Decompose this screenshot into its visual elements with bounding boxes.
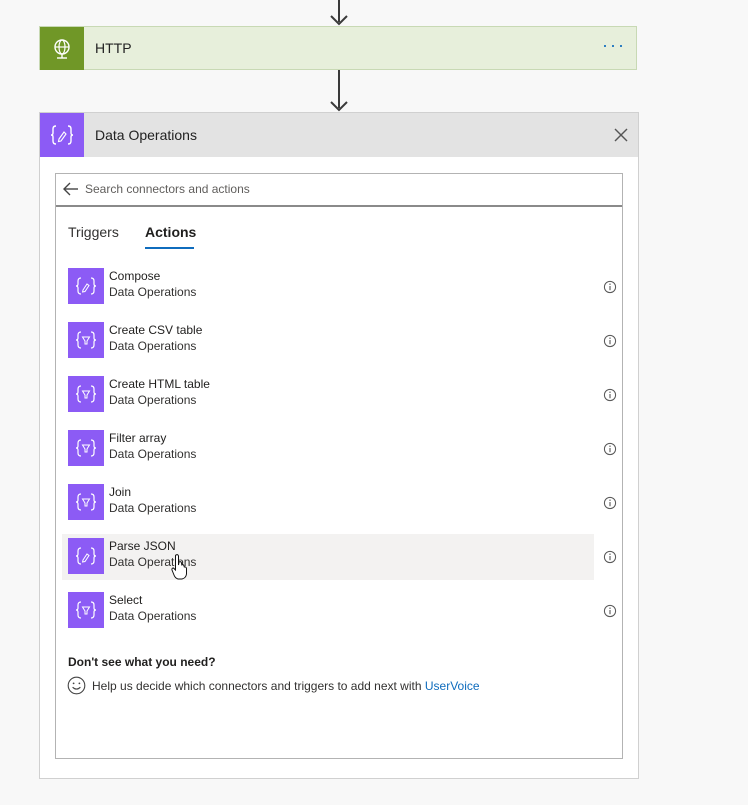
tab-triggers[interactable]: Triggers: [68, 224, 119, 240]
action-name: Select: [109, 593, 143, 607]
action-name: Parse JSON: [109, 539, 176, 553]
tab-selected-indicator: [145, 247, 194, 249]
connector-arrow-middle: [329, 70, 349, 112]
action-item-create-html-table[interactable]: Create HTML table Data Operations: [62, 372, 617, 418]
action-connector: Data Operations: [109, 285, 197, 299]
back-arrow-icon[interactable]: [62, 181, 80, 197]
info-icon[interactable]: [603, 604, 617, 618]
action-connector: Data Operations: [109, 339, 197, 353]
globe-icon: [40, 27, 84, 70]
info-icon[interactable]: [603, 550, 617, 564]
data-operations-card: Data Operations Triggers Actions Compose…: [39, 112, 639, 779]
action-name: Join: [109, 485, 132, 499]
help-title: Don't see what you need?: [68, 655, 216, 669]
action-item-create-csv-table[interactable]: Create CSV table Data Operations: [62, 318, 617, 364]
action-item-join[interactable]: Join Data Operations: [62, 480, 617, 526]
pencil-icon: [68, 268, 104, 304]
more-options-button[interactable]: ···: [602, 35, 626, 56]
info-icon[interactable]: [603, 334, 617, 348]
action-connector: Data Operations: [109, 447, 197, 461]
uservoice-link[interactable]: UserVoice: [425, 679, 480, 693]
action-name: Create HTML table: [109, 377, 210, 391]
filter-icon: [68, 430, 104, 466]
close-icon[interactable]: [613, 127, 629, 143]
connector-action-picker: Triggers Actions Compose Data Operations…: [55, 173, 623, 759]
connector-arrow-top: [329, 0, 349, 26]
curly-braces-icon: [40, 113, 84, 157]
info-icon[interactable]: [603, 496, 617, 510]
data-operations-title: Data Operations: [95, 127, 197, 143]
filter-icon: [68, 484, 104, 520]
http-action-card[interactable]: HTTP ···: [39, 26, 637, 70]
action-item-filter-array[interactable]: Filter array Data Operations: [62, 426, 617, 472]
info-icon[interactable]: [603, 280, 617, 294]
search-input[interactable]: [85, 179, 605, 199]
pencil-icon: [68, 538, 104, 574]
action-item-select[interactable]: Select Data Operations: [62, 588, 617, 634]
action-name: Filter array: [109, 431, 167, 445]
help-description: Help us decide which connectors and trig…: [92, 679, 422, 693]
filter-icon: [68, 592, 104, 628]
action-connector: Data Operations: [109, 501, 197, 515]
action-connector: Data Operations: [109, 393, 197, 407]
filter-icon: [68, 376, 104, 412]
data-operations-header: Data Operations: [40, 113, 638, 157]
info-icon[interactable]: [603, 442, 617, 456]
help-text: Help us decide which connectors and trig…: [92, 679, 480, 693]
action-connector: Data Operations: [109, 609, 197, 623]
info-icon[interactable]: [603, 388, 617, 402]
smile-icon: [67, 676, 86, 695]
action-name: Compose: [109, 269, 161, 283]
http-card-title: HTTP: [95, 40, 132, 56]
hand-cursor-icon: [171, 554, 187, 580]
tab-actions[interactable]: Actions: [145, 224, 196, 240]
action-item-compose[interactable]: Compose Data Operations: [62, 264, 617, 310]
filter-icon: [68, 322, 104, 358]
action-item-parse-json[interactable]: Parse JSON Data Operations: [62, 534, 617, 580]
action-name: Create CSV table: [109, 323, 203, 337]
search-bar: [56, 174, 622, 207]
